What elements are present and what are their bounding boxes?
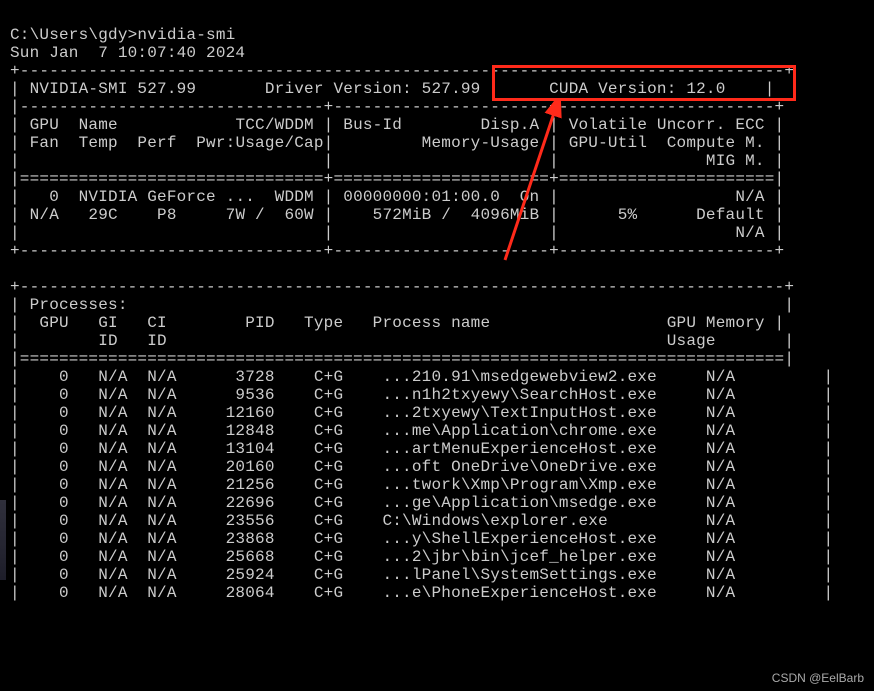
left-edge-decoration	[0, 500, 6, 580]
hdr1l: GPU Name TCC/WDDM	[30, 116, 314, 134]
border-line: +---------------------------------------…	[10, 278, 794, 296]
proc-title-row: | Processes: |	[10, 296, 794, 314]
hdr2m: Memory-Usage	[343, 134, 539, 152]
r1l: 0 NVIDIA GeForce ... WDDM	[30, 188, 314, 206]
ph2: ID ID Usage	[30, 332, 716, 350]
proc-title: Processes:	[30, 296, 128, 314]
r3r: N/A	[569, 224, 765, 242]
cuda-highlight-box	[492, 65, 796, 101]
gpu-header-1: | GPU Name TCC/WDDM | Bus-Id Disp.A | Vo…	[10, 116, 784, 134]
hdr1r: Volatile Uncorr. ECC	[569, 116, 765, 134]
r2l: N/A 29C P8 7W / 60W	[30, 206, 314, 224]
nv-smi-driver: NVIDIA-SMI 527.99 Driver Version: 527.99	[30, 80, 481, 98]
gpu-header-3: | | | MIG M. |	[10, 152, 784, 170]
gpu-header-2: | Fan Temp Perf Pwr:Usage/Cap| Memory-Us…	[10, 134, 784, 152]
hdr1m: Bus-Id Disp.A	[343, 116, 539, 134]
prompt-line: C:\Users\gdy>nvidia-smi	[10, 26, 235, 44]
hdr2l: Fan Temp Perf Pwr:Usage/Cap	[30, 134, 324, 152]
proc-header-2: | ID ID Usage |	[10, 332, 794, 350]
border-line: +-------------------------------+-------…	[10, 242, 784, 260]
sep-line: |===============================+=======…	[10, 170, 784, 188]
proc-rows: | 0 N/A N/A 3728 C+G ...210.91\msedgeweb…	[10, 368, 833, 602]
r2m: 572MiB / 4096MiB	[343, 206, 539, 224]
watermark: CSDN @EelBarb	[772, 669, 864, 687]
gpu-row-1: | 0 NVIDIA GeForce ... WDDM | 00000000:0…	[10, 188, 784, 206]
r1m: 00000000:01:00.0 On	[343, 188, 539, 206]
sep-line: |=======================================…	[10, 350, 794, 368]
ph1: GPU GI CI PID Type Process name GPU Memo…	[30, 314, 765, 332]
gpu-row-3: | | | N/A |	[10, 224, 784, 242]
gpu-row-2: | N/A 29C P8 7W / 60W | 572MiB / 4096MiB…	[10, 206, 784, 224]
date-line: Sun Jan 7 10:07:40 2024	[10, 44, 245, 62]
r2r: 5% Default	[569, 206, 765, 224]
hdr2r: GPU-Util Compute M.	[569, 134, 765, 152]
r1r: N/A	[569, 188, 765, 206]
hdr3r: MIG M.	[569, 152, 765, 170]
proc-header-1: | GPU GI CI PID Type Process name GPU Me…	[10, 314, 784, 332]
